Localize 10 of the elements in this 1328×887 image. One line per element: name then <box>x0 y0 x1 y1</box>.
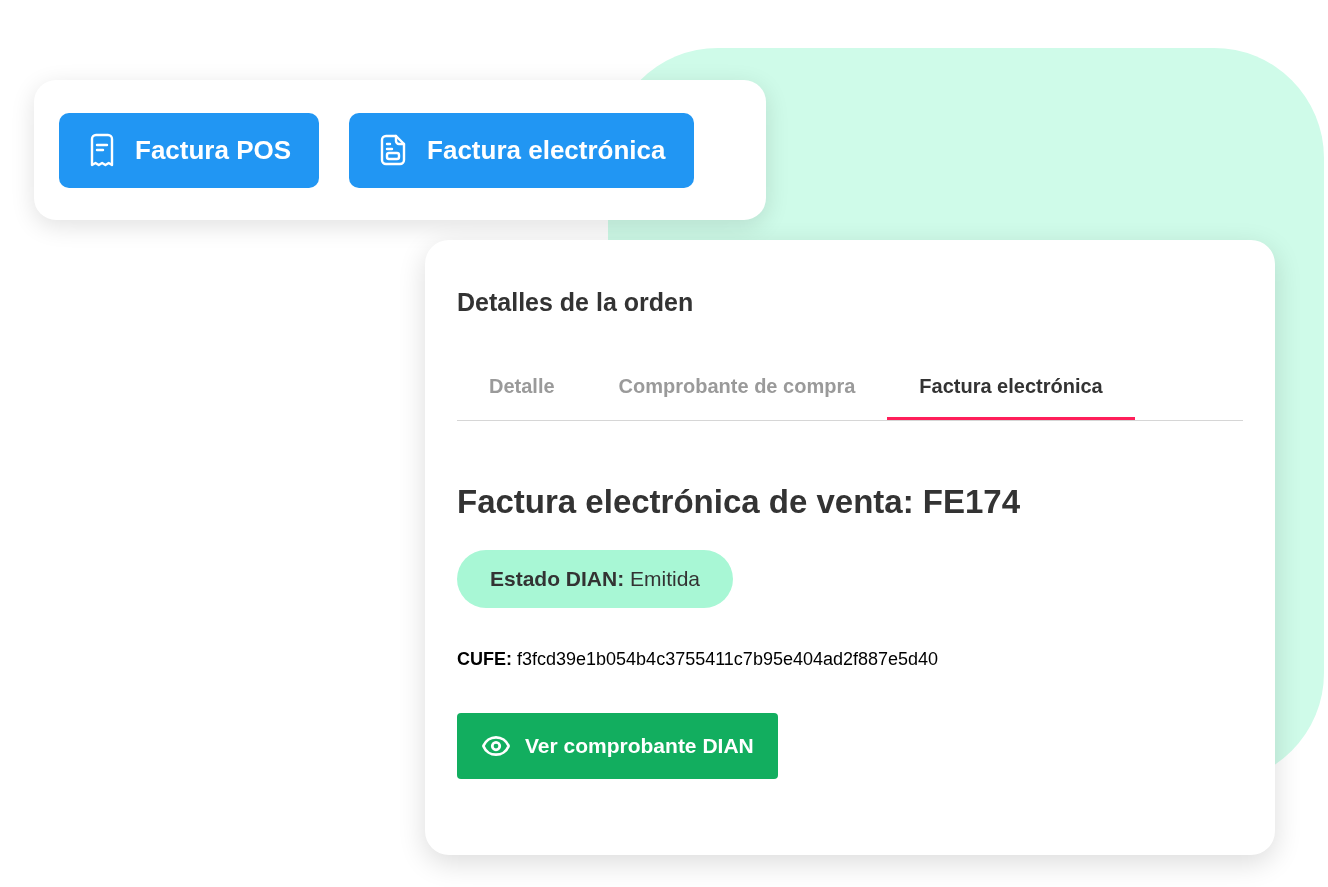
tab[interactable]: Comprobante de compra <box>586 355 888 420</box>
view-receipt-button[interactable]: Ver comprobante DIAN <box>457 713 778 779</box>
status-badge: Estado DIAN: Emitida <box>457 550 734 608</box>
cufe-text: CUFE: f3fcd39e1b054b4c3755411c7b95e404ad2f887e5d40 <box>457 648 940 671</box>
invoice-heading: Factura electrónica de venta: FE174 <box>457 481 1022 522</box>
tab[interactable]: Factura electrónica <box>887 355 1135 420</box>
card-title: Detalles de la orden <box>457 287 695 318</box>
tab[interactable]: Detalle <box>457 355 587 420</box>
invoice-type-button[interactable]: Factura electrónica <box>349 112 694 188</box>
invoice-type-button[interactable]: Factura POS <box>59 112 320 188</box>
